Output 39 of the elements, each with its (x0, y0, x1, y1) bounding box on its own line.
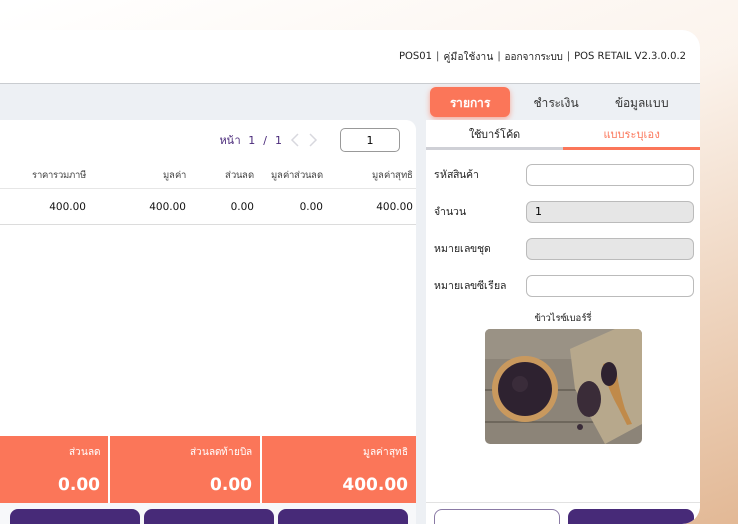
separator: | (566, 51, 570, 62)
page-number: 1 (248, 134, 256, 146)
header-link[interactable]: คู่มือใช้งาน (443, 49, 494, 64)
page-separator: / (263, 134, 267, 146)
field-label: จำนวน (434, 205, 466, 220)
column-header: มูลค่า (162, 168, 187, 182)
header-link[interactable]: ออกจากระบบ (504, 49, 563, 64)
column-header: ส่วนลด (224, 168, 255, 182)
input-field[interactable] (526, 164, 694, 186)
page-total: 1 (275, 134, 282, 146)
page-label: หน้า (219, 133, 240, 149)
summary-value: 0.00 (58, 475, 100, 495)
tab[interactable]: ข้อมูลแบบ (602, 87, 682, 117)
field-label: หมายเลขชุด (434, 242, 491, 257)
separator: | (497, 51, 501, 62)
table-cell-text: 400.00 (375, 200, 414, 212)
field-label: รหัสสินค้า (434, 168, 479, 183)
summary-label: ส่วนลด (69, 446, 100, 459)
input-field[interactable] (526, 274, 694, 296)
table-cell-text: 0.00 (230, 200, 255, 212)
page-field[interactable]: 1 (340, 128, 400, 152)
separator: | (436, 51, 440, 62)
column-header: มูลค่าส่วนลด (270, 168, 324, 182)
next-icon[interactable] (308, 133, 318, 147)
summary-label: ส่วนลดท้ายบิล (190, 446, 252, 459)
header-text: POS RETAIL V2.3.0.0.2 (574, 51, 686, 62)
summary-label: มูลค่าสุทธิ (363, 446, 408, 459)
header-text: POS01 (398, 51, 432, 62)
product-name: ข้าวไรซ์เบอร์รี่ (534, 310, 592, 325)
table-cell-text: 400.00 (148, 200, 187, 212)
column-header: มูลค่าสุทธิ (371, 168, 414, 182)
column-header: ราคารวมภาษี (31, 168, 87, 182)
field-label: หมายเลขซีเรียล (434, 279, 506, 294)
summary-value: 400.00 (342, 475, 408, 495)
previous-icon[interactable] (290, 133, 300, 147)
summary-value: 0.00 (210, 475, 252, 495)
table-cell-text: 0.00 (298, 200, 324, 212)
table-cell-text: 400.00 (48, 200, 87, 212)
tab[interactable]: ชำระเงิน (516, 87, 596, 117)
